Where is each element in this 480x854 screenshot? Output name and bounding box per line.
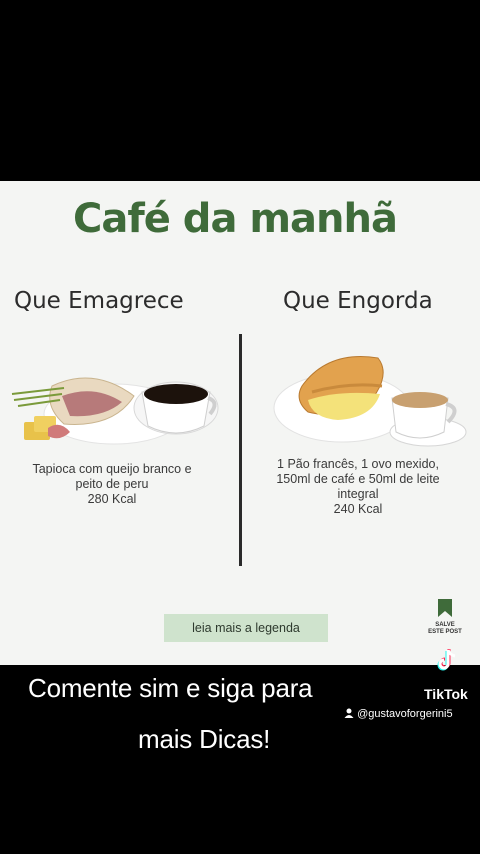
right-desc-kcal: 240 Kcal [333,502,383,516]
user-icon [344,708,354,718]
right-desc-line-3: integral [337,487,379,501]
column-divider [239,334,242,566]
left-desc-line-1: Tapioca com queijo branco e [32,462,192,476]
right-desc-line-2: 150ml de café e 50ml de leite [276,472,440,486]
caption-line-1: Comente sim e siga para [28,673,313,703]
caption-line-2: mais Dicas! [138,724,271,754]
read-more-button[interactable]: leia mais a legenda [164,614,328,642]
left-column-heading: Que Emagrece [14,288,184,314]
tapioca-coffee-image [11,377,219,445]
right-description: 1 Pão francês, 1 ovo mexido, 150ml de ca… [258,457,458,517]
right-column-heading: Que Engorda [283,288,433,314]
bread-egg-coffee-image [273,356,467,447]
save-post-badge[interactable]: SALVE ESTE POST [422,598,468,636]
save-sublabel: ESTE POST [428,629,462,635]
tiktok-logo-icon [437,649,456,671]
left-description: Tapioca com queijo branco e peito de per… [10,462,214,507]
creator-handle[interactable]: @gustavoforgerini5 [344,708,453,720]
bookmark-icon [438,599,452,617]
left-desc-kcal: 280 Kcal [87,492,137,506]
tiktok-brand: TikTok [424,686,468,702]
right-desc-line-1: 1 Pão francês, 1 ovo mexido, [277,457,439,471]
left-desc-line-2: peito de peru [75,477,149,491]
post-title: Café da manhã [73,196,398,242]
creator-handle-text: @gustavoforgerini5 [357,708,453,720]
save-label: SALVE [435,622,455,628]
